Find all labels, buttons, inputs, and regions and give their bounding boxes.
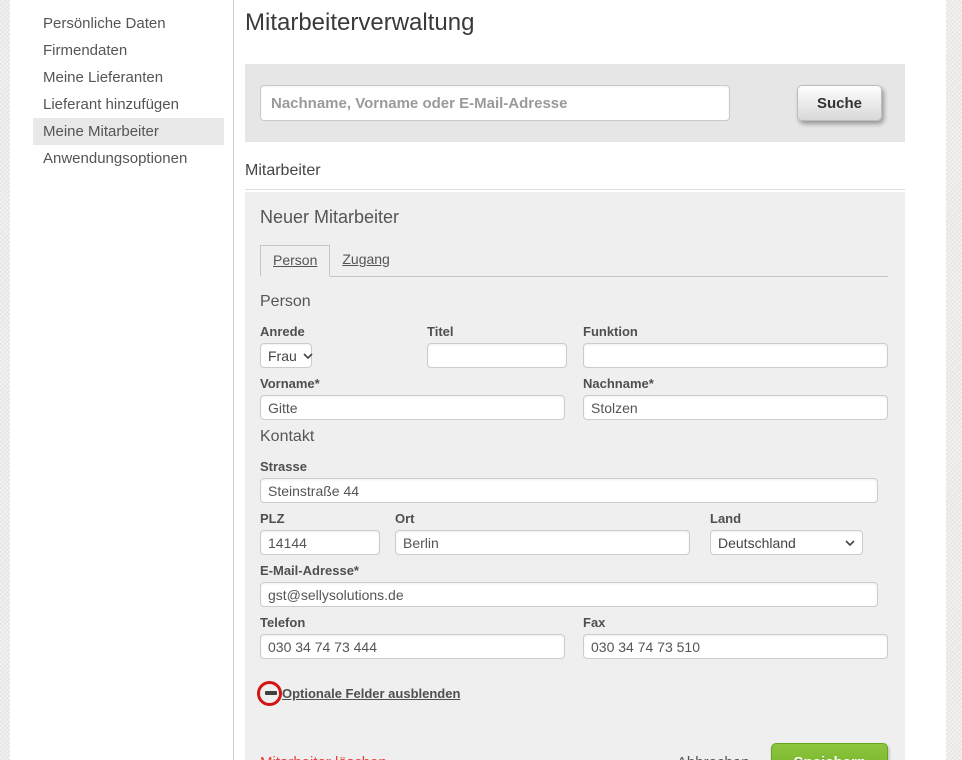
panel-footer: Mitarbeiter löschen Abbrechen Speichern — [260, 743, 888, 760]
section-heading-mitarbeiter: Mitarbeiter — [245, 162, 905, 190]
field-titel: Titel — [427, 324, 583, 368]
group-heading-kontakt: Kontakt — [260, 428, 888, 446]
field-land: Land Deutschland — [710, 511, 888, 555]
footer-right-actions: Abbrechen Speichern — [677, 743, 888, 760]
delete-employee-link[interactable]: Mitarbeiter löschen — [260, 754, 387, 760]
field-telefon: Telefon — [260, 615, 565, 659]
sidebar-item-label: Persönliche Daten — [43, 15, 166, 32]
sidebar-item-label: Meine Lieferanten — [43, 69, 163, 86]
sidebar-item[interactable]: Persönliche Daten — [33, 10, 224, 37]
titel-label: Titel — [427, 324, 583, 339]
sidebar-item[interactable]: Meine Lieferanten — [33, 64, 224, 91]
toggle-optional-fields-label: Optionale Felder ausblenden — [282, 686, 460, 701]
row-strasse: Strasse — [260, 459, 888, 503]
sidebar-item-label: Meine Mitarbeiter — [43, 123, 159, 140]
content-wrapper: Persönliche Daten Firmendaten Meine Lief… — [10, 0, 946, 760]
tab[interactable]: Zugang — [330, 245, 401, 276]
cancel-link[interactable]: Abbrechen — [677, 754, 750, 760]
main-content: Mitarbeiterverwaltung Suche Mitarbeiter … — [234, 0, 946, 760]
field-funktion: Funktion — [583, 324, 888, 368]
nachname-input[interactable] — [583, 395, 888, 420]
land-select[interactable]: Deutschland — [710, 530, 863, 555]
titel-input[interactable] — [427, 343, 567, 368]
row-telefon-fax: Telefon Fax — [260, 615, 888, 659]
telefon-input[interactable] — [260, 634, 565, 659]
strasse-label: Strasse — [260, 459, 878, 474]
save-button[interactable]: Speichern — [771, 743, 888, 760]
plz-label: PLZ — [260, 511, 395, 526]
field-plz: PLZ — [260, 511, 395, 555]
nachname-label: Nachname* — [583, 376, 888, 391]
sidebar-item-label: Firmendaten — [43, 42, 127, 59]
field-fax: Fax — [583, 615, 888, 659]
tab-label: Zugang — [342, 251, 389, 267]
tab-bar: Person Zugang — [260, 245, 888, 277]
sidebar-item[interactable]: Lieferant hinzufügen — [33, 91, 224, 118]
search-button[interactable]: Suche — [797, 85, 882, 121]
field-nachname: Nachname* — [583, 376, 888, 420]
email-input[interactable] — [260, 582, 878, 607]
field-email: E-Mail-Adresse* — [260, 563, 878, 607]
tab[interactable]: Person — [260, 245, 330, 277]
anrede-select[interactable]: Frau — [260, 343, 312, 368]
ort-input[interactable] — [395, 530, 690, 555]
sidebar-item[interactable]: Firmendaten — [33, 37, 224, 64]
plz-input[interactable] — [260, 530, 380, 555]
row-plz-ort-land: PLZ Ort Land Deutschland — [260, 511, 888, 555]
land-label: Land — [710, 511, 888, 526]
chevron-down-icon — [845, 540, 855, 546]
vorname-input[interactable] — [260, 395, 565, 420]
sidebar-item-label: Lieferant hinzufügen — [43, 96, 179, 113]
fax-label: Fax — [583, 615, 888, 630]
vorname-label: Vorname* — [260, 376, 565, 391]
field-ort: Ort — [395, 511, 710, 555]
chevron-down-icon — [303, 353, 313, 359]
land-selected-value: Deutschland — [718, 535, 796, 551]
sidebar-item-label: Anwendungsoptionen — [43, 150, 187, 167]
telefon-label: Telefon — [260, 615, 565, 630]
ort-label: Ort — [395, 511, 710, 526]
funktion-input[interactable] — [583, 343, 888, 368]
page-title: Mitarbeiterverwaltung — [245, 8, 905, 38]
field-vorname: Vorname* — [260, 376, 565, 420]
new-employee-panel: Neuer Mitarbeiter Person Zugang Person A… — [245, 192, 905, 760]
anrede-label: Anrede — [260, 324, 427, 339]
group-heading-person: Person — [260, 293, 888, 311]
fax-input[interactable] — [583, 634, 888, 659]
sidebar: Persönliche Daten Firmendaten Meine Lief… — [10, 0, 234, 760]
field-strasse: Strasse — [260, 459, 878, 503]
search-input[interactable] — [260, 85, 730, 121]
row-email: E-Mail-Adresse* — [260, 563, 888, 607]
tab-label: Person — [273, 252, 317, 268]
row-vorname-nachname: Vorname* Nachname* — [260, 376, 888, 420]
sidebar-item[interactable]: Anwendungsoptionen — [33, 145, 224, 172]
email-label: E-Mail-Adresse* — [260, 563, 878, 578]
minus-icon — [265, 691, 277, 695]
sidebar-menu: Persönliche Daten Firmendaten Meine Lief… — [33, 10, 224, 172]
search-bar: Suche — [245, 64, 905, 142]
row-anrede-titel-funktion: Anrede Frau Titel Funktion — [260, 324, 888, 368]
field-anrede: Anrede Frau — [260, 324, 427, 368]
anrede-selected-value: Frau — [268, 348, 297, 364]
toggle-optional-fields[interactable]: Optionale Felder ausblenden — [260, 685, 460, 703]
sidebar-item[interactable]: Meine Mitarbeiter — [33, 118, 224, 145]
strasse-input[interactable] — [260, 478, 878, 503]
panel-heading: Neuer Mitarbeiter — [260, 207, 888, 228]
funktion-label: Funktion — [583, 324, 888, 339]
